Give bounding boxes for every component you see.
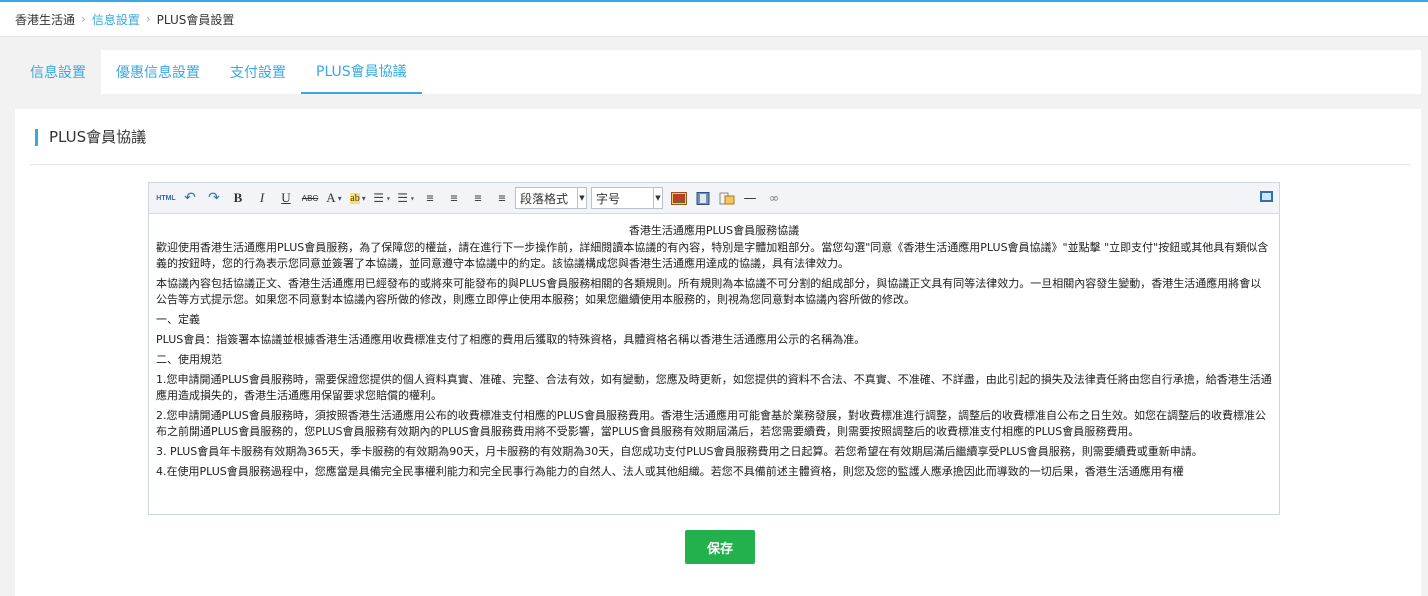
chevron-right-icon: › [145, 12, 151, 26]
tab-info-settings[interactable]: 信息設置 [15, 50, 101, 94]
paragraph: 1.您申請開通PLUS會員服務時，需要保證您提供的個人資料真實、准確、完整、合法… [156, 373, 1272, 402]
ordered-list-icon[interactable]: ☰ ▾ [371, 187, 393, 209]
save-button[interactable]: 保存 [685, 530, 755, 564]
font-size-select[interactable]: 字号 ▼ [591, 187, 663, 209]
unordered-list-icon[interactable]: ☰ ▾ [395, 187, 417, 209]
paragraph: 4.在使用PLUS會員服務過程中，您應當是具備完全民事權利能力和完全民事行為能力… [156, 465, 1184, 478]
horizontal-line-icon[interactable]: — [739, 187, 761, 209]
tab-bar: 信息設置 優惠信息設置 支付設置 PLUS會員協議 [15, 50, 1421, 94]
link-icon[interactable]: ∞ [763, 187, 785, 209]
panel-title: PLUS會員協議 [35, 129, 146, 146]
align-left-icon[interactable]: ≡ [419, 187, 441, 209]
paragraph-format-value: 段落格式 [520, 191, 569, 206]
tab-discount-settings[interactable]: 優惠信息設置 [101, 50, 215, 94]
breadcrumb: 香港生活通 › 信息設置 › PLUS會員設置 [0, 0, 1428, 37]
fullscreen-icon[interactable] [1260, 191, 1273, 202]
paragraph: 歡迎使用香港生活通應用PLUS會員服務，為了保障您的權益，請在進行下一步操作前，… [156, 241, 1269, 270]
breadcrumb-current: PLUS會員設置 [156, 12, 235, 27]
undo-icon[interactable]: ↶ [179, 187, 201, 209]
paragraph-format-select[interactable]: 段落格式 ▼ [515, 187, 587, 209]
bold-icon[interactable]: B [227, 187, 249, 209]
tab-plus-agreement[interactable]: PLUS會員協議 [301, 50, 422, 94]
agreement-title: 香港生活通應用PLUS會員服務協議 [628, 224, 800, 237]
editor-content[interactable]: 香港生活通應用PLUS會員服務協議 歡迎使用香港生活通應用PLUS會員服務，為了… [149, 215, 1279, 514]
html-source-button[interactable]: HTML [155, 187, 177, 209]
agreement-panel: PLUS會員協議 HTML ↶ ↷ B I U ABC A ▾ ab ▾ ☰ ▾ ☰ ▾… [15, 109, 1421, 596]
breadcrumb-home[interactable]: 香港生活通 [15, 11, 75, 28]
align-justify-icon[interactable]: ≡ [491, 187, 513, 209]
chevron-down-icon: ▼ [653, 188, 662, 208]
breadcrumb-info-settings[interactable]: 信息設置 [92, 11, 140, 28]
paragraph: 3. PLUS會員年卡服務有效期為365天，季卡服務的有效期為90天，月卡服務的… [156, 445, 1203, 458]
italic-icon[interactable]: I [251, 187, 273, 209]
rich-text-editor: HTML ↶ ↷ B I U ABC A ▾ ab ▾ ☰ ▾ ☰ ▾ ≡ ≡ ≡ ≡ … [148, 182, 1280, 515]
tab-payment-settings[interactable]: 支付設置 [215, 50, 301, 94]
underline-icon[interactable]: U [275, 187, 297, 209]
paragraph: PLUS會員：指簽署本協議並根據香港生活通應用收費標准支付了相應的費用后獲取的特… [156, 333, 866, 346]
editor-toolbar: HTML ↶ ↷ B I U ABC A ▾ ab ▾ ☰ ▾ ☰ ▾ ≡ ≡ ≡ ≡ … [149, 183, 1279, 214]
align-right-icon[interactable]: ≡ [467, 187, 489, 209]
font-size-value: 字号 [596, 191, 621, 206]
redo-icon[interactable]: ↷ [203, 187, 225, 209]
paragraph: 二、使用規范 [156, 353, 222, 366]
chevron-right-icon: › [81, 12, 86, 26]
strikethrough-icon[interactable]: ABC [299, 187, 321, 209]
attachment-icon[interactable] [719, 192, 735, 205]
chevron-down-icon: ▼ [577, 188, 586, 208]
highlight-icon[interactable]: ab ▾ [347, 187, 369, 209]
paragraph: 本協議內容包括協議正文、香港生活通應用已經發布的或將來可能發布的與PLUS會員服… [156, 277, 1262, 306]
image-icon[interactable] [671, 191, 687, 205]
paragraph: 2.您申請開通PLUS會員服務時，須按照香港生活通應用公布的收費標准支付相應的P… [156, 409, 1266, 438]
font-color-icon[interactable]: A ▾ [323, 187, 345, 209]
video-icon[interactable] [695, 191, 711, 205]
align-center-icon[interactable]: ≡ [443, 187, 465, 209]
paragraph: 一、定義 [156, 313, 200, 326]
divider [30, 164, 1411, 165]
